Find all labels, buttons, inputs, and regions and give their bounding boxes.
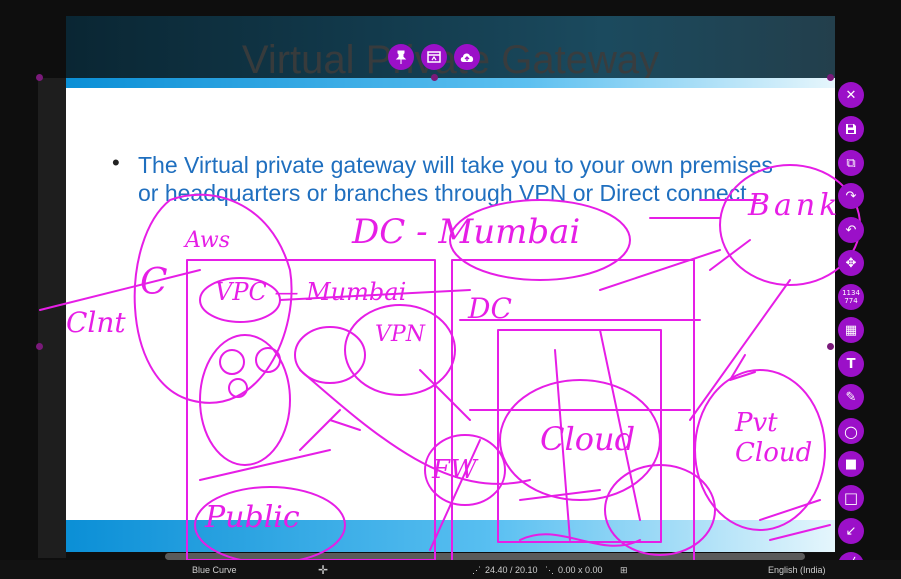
move-button[interactable]: ✥: [838, 250, 864, 276]
freehand-annotation-layer: [39, 164, 861, 579]
status-bar: Blue Curve ✛ ⋰ 24.40 / 20.10 ⋱ 0.00 x 0.…: [0, 560, 901, 579]
annotation-text-pvt-cloud: Pvt Cloud: [735, 408, 813, 468]
annotation-text-dc: DC: [468, 292, 512, 325]
undo-button[interactable]: ↶: [838, 217, 864, 243]
annotation-text-dc-mumbai: DC - Mumbai: [352, 212, 581, 252]
coordinates-button[interactable]: 1134 774: [838, 284, 864, 310]
annotation-text-aws: Aws: [185, 228, 231, 253]
coordinates-y: 774: [844, 297, 858, 305]
upload-button[interactable]: [454, 44, 480, 70]
size-icon: ⋱: [545, 565, 554, 575]
annotation-text-fw: FW: [432, 455, 477, 485]
window-icon: [427, 51, 441, 63]
pin-button[interactable]: [388, 44, 414, 70]
pen-tool-button[interactable]: ✎: [838, 384, 864, 410]
annotation-loop-az: [199, 334, 291, 466]
close-button[interactable]: ✕: [838, 82, 864, 108]
save-button[interactable]: [838, 116, 864, 142]
annotation-loop-vpn2: [344, 304, 456, 396]
annotation-text-cloud: Cloud: [540, 420, 636, 458]
status-language[interactable]: English (India): [768, 565, 826, 575]
selection-handle-left[interactable]: [36, 343, 43, 350]
annotation-text-public: Public: [205, 500, 300, 535]
selection-handle-top-right[interactable]: [827, 74, 834, 81]
selection-handle-top[interactable]: [431, 74, 438, 81]
pixelate-button[interactable]: ▦: [838, 317, 864, 343]
status-size: 0.00 x 0.00: [558, 565, 603, 575]
copy-button[interactable]: ⧉: [838, 150, 864, 176]
annotation-text-clnt: Clnt: [66, 306, 126, 339]
cloud-upload-icon: [460, 53, 474, 62]
arrow-tool-button[interactable]: ↙: [838, 518, 864, 544]
signature-icon[interactable]: ⊞: [620, 565, 628, 576]
crosshair-icon: ✛: [318, 563, 329, 577]
selection-handle-right[interactable]: [827, 343, 834, 350]
annotation-text-vpc-mumbai: VPC — Mumbai: [215, 278, 407, 306]
pin-icon: [395, 50, 407, 64]
annotation-text-vpn: VPN: [375, 322, 425, 347]
status-theme[interactable]: Blue Curve: [192, 565, 237, 575]
open-window-button[interactable]: [421, 44, 447, 70]
screen: Virtual Private Gateway • The Virtual pr…: [0, 0, 901, 579]
coordinates-x: 1134: [842, 289, 860, 297]
annotation-text-c: C: [140, 262, 168, 303]
annotation-text-bank: Bank: [748, 188, 842, 223]
selection-handle-top-left[interactable]: [36, 74, 43, 81]
circle-tool-button[interactable]: ○: [838, 418, 864, 444]
redo-button[interactable]: ↷: [838, 183, 864, 209]
save-icon: [846, 124, 856, 134]
filled-rectangle-tool-button[interactable]: ■: [838, 451, 864, 477]
rectangle-tool-button[interactable]: □: [838, 485, 864, 511]
status-position: 24.40 / 20.10: [485, 565, 538, 575]
position-icon: ⋰: [472, 565, 481, 575]
text-tool-button[interactable]: T: [838, 351, 864, 377]
